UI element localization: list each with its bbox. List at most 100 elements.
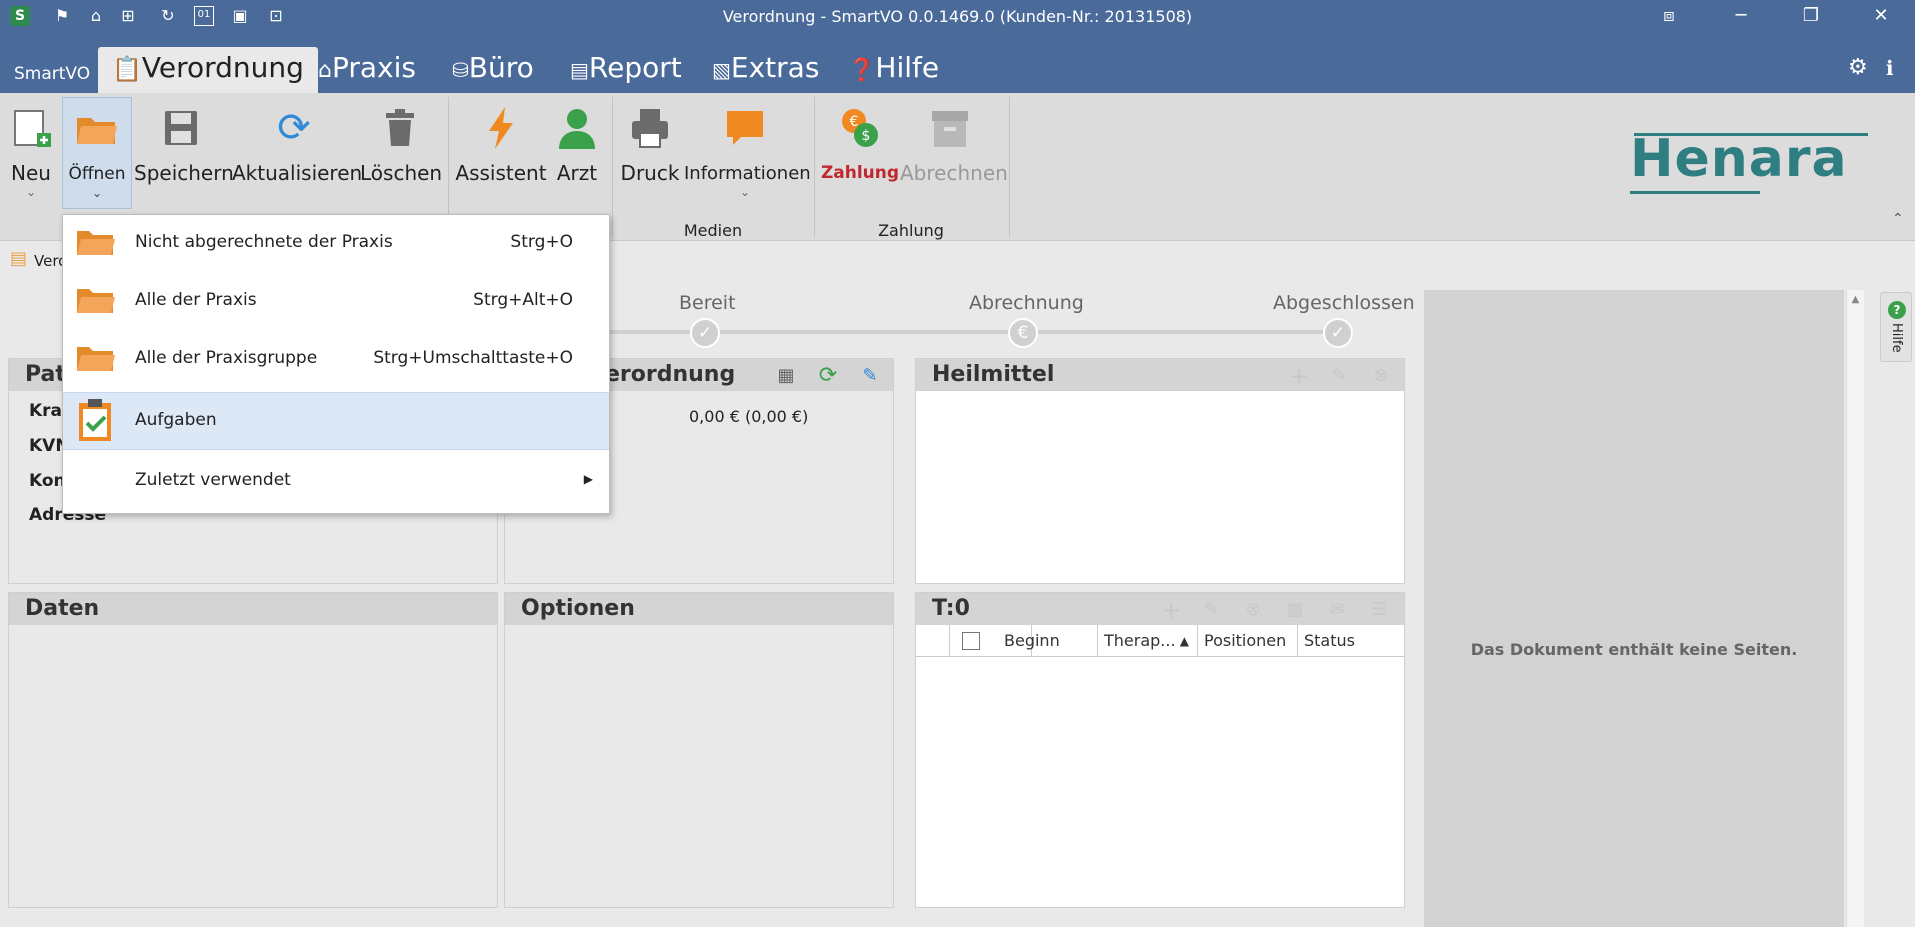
aktualisieren-button[interactable]: ⟳ Aktualisieren [232, 97, 363, 209]
svg-text:$: $ [862, 128, 871, 144]
tab-praxis[interactable]: ⌂Praxis [318, 47, 416, 93]
arzt-label: Arzt [556, 161, 598, 185]
edit-icon[interactable]: ✎ [1328, 365, 1350, 387]
druck-label: Druck [620, 161, 680, 185]
column-header-status[interactable]: Status [1298, 625, 1404, 657]
panel-title: Daten [9, 593, 497, 625]
mail-icon[interactable]: ✉ [1326, 599, 1348, 621]
new-document-icon [9, 105, 53, 151]
panel-title: Optionen [505, 593, 893, 625]
submenu-arrow-icon: ▶ [583, 472, 593, 486]
info-icon[interactable]: ℹ [1886, 47, 1894, 93]
close-circle-icon[interactable]: ⊗ [1242, 599, 1264, 621]
refresh-icon[interactable]: ⟳ [817, 365, 839, 387]
archive-icon [928, 105, 972, 151]
close-circle-icon[interactable]: ⊗ [1370, 365, 1392, 387]
add-icon[interactable]: + [1160, 598, 1182, 622]
check-icon: ✓ [690, 318, 720, 348]
informationen-button[interactable]: Informationen ⌄ [684, 97, 811, 209]
help-tab-label: Hilfe [1889, 323, 1904, 353]
neu-button[interactable]: Neu ⌄ [2, 97, 60, 209]
tab-verordnung[interactable]: 📋Verordnung [98, 47, 318, 93]
oeffnen-dropdown-menu: Nicht abgerechnete der Praxis Strg+O All… [62, 214, 610, 514]
sort-ascending-icon: ▲ [1179, 634, 1189, 648]
group-label-medien: Medien [683, 221, 743, 240]
folder-icon [77, 231, 115, 255]
folder-icon [77, 347, 115, 371]
tab-extras[interactable]: ▧Extras [712, 47, 819, 93]
assistent-button[interactable]: Assistent [454, 97, 548, 209]
tab-hilfe[interactable]: ❓Hilfe [848, 47, 939, 93]
chevron-down-icon: ⌄ [91, 186, 103, 200]
document-scrollbar[interactable]: ▲ [1846, 290, 1864, 927]
help-side-tab[interactable]: ? Hilfe [1880, 292, 1912, 362]
zahlung-label: Zahlung [820, 163, 900, 183]
column-header-positionen[interactable]: Positionen [1198, 625, 1298, 657]
main-tabbar: SmartVO 📋Verordnung ⌂Praxis ⛁Büro ▤Repor… [0, 33, 1915, 93]
minimize-button[interactable]: ─ [1726, 4, 1756, 28]
column-header-therapeut[interactable]: Therap... ▲ [1098, 625, 1198, 657]
document-search-icon: ▧ [712, 58, 731, 82]
chat-icon [723, 105, 767, 151]
menu-item-alle-der-praxis[interactable]: Alle der Praxis Strg+Alt+O [63, 273, 609, 331]
abrechnen-button[interactable]: Abrechnen [900, 97, 1008, 209]
druck-button[interactable]: Druck [618, 97, 682, 209]
oeffnen-label: Öffnen [68, 164, 126, 184]
euro-icon: € [1008, 318, 1038, 348]
coins-icon: ⛁ [452, 58, 469, 82]
checkbox-icon[interactable] [962, 632, 980, 650]
aktualisieren-label: Aktualisieren [232, 161, 363, 185]
close-button[interactable]: ✕ [1866, 4, 1896, 28]
ribbon-separator [612, 97, 613, 237]
zahlung-button[interactable]: € $ Zahlung [820, 97, 900, 209]
clipboard-icon: 📋 [112, 55, 142, 83]
menu-item-nicht-abgerechnete[interactable]: Nicht abgerechnete der Praxis Strg+O [63, 215, 609, 273]
currency-icon: € $ [838, 105, 882, 151]
oeffnen-button[interactable]: Öffnen ⌄ [62, 97, 132, 209]
chevron-down-icon: ⌄ [739, 185, 751, 199]
tasks-icon [79, 399, 111, 441]
menu-item-label: Zuletzt verwendet [135, 470, 291, 490]
check-icon: ✓ [1323, 318, 1353, 348]
neu-label: Neu [11, 161, 51, 185]
heilmittel-panel: Heilmittel + ✎ ⊗ [915, 358, 1405, 584]
grid-header: Beginn Therap... ▲ Positionen Status [916, 625, 1404, 657]
column-header-beginn[interactable]: Beginn [998, 625, 1098, 657]
add-icon[interactable]: + [1288, 364, 1310, 388]
home-icon: ⌂ [318, 58, 332, 83]
loeschen-button[interactable]: Löschen [360, 97, 443, 209]
arzt-button[interactable]: Arzt [550, 97, 604, 209]
tab-buero[interactable]: ⛁Büro [452, 47, 534, 93]
maximize-button[interactable]: ❐ [1796, 4, 1826, 28]
list-icon[interactable]: ☰ [1368, 599, 1390, 621]
edit-icon[interactable]: ✎ [1200, 599, 1222, 621]
speichern-button[interactable]: Speichern [134, 97, 234, 209]
panel-body [505, 625, 893, 907]
edit-icon[interactable]: ✎ [859, 365, 881, 387]
help-icon: ? [1888, 301, 1906, 319]
panel-body [916, 391, 1404, 583]
menu-item-alle-der-praxisgruppe[interactable]: Alle der Praxisgruppe Strg+Umschalttaste… [63, 331, 609, 389]
calendar-icon[interactable]: ▦ [1284, 599, 1306, 621]
window-title: Verordnung - SmartVO 0.0.1469.0 (Kunden-… [722, 7, 1193, 26]
calendar-icon[interactable]: ▦ [775, 365, 797, 387]
menu-item-aufgaben[interactable]: Aufgaben [63, 392, 609, 450]
menu-item-label: Nicht abgerechnete der Praxis [135, 232, 393, 252]
title-bar: S ⚑ ⌂ ⊞ ↻ 01 ▣ ⊡ Verordnung - SmartVO 0.… [0, 0, 1915, 33]
loeschen-label: Löschen [360, 161, 443, 185]
tab-report[interactable]: ▤Report [570, 47, 682, 93]
termine-panel: T:0 + ✎ ⊗ ▦ ✉ ☰ Beginn Therap... ▲ Posit… [915, 592, 1405, 908]
scroll-up-icon[interactable]: ▲ [1847, 294, 1864, 305]
status-track [540, 330, 1340, 334]
gear-icon[interactable]: ⚙ [1848, 47, 1868, 93]
logo-text: Henara [1630, 129, 1848, 189]
collapse-ribbon-icon[interactable]: ⌃ [1892, 211, 1904, 227]
menu-item-shortcut: Strg+Umschalttaste+O [373, 348, 573, 368]
daten-panel: Daten [8, 592, 498, 908]
pin-icon[interactable]: ⧈ [1654, 4, 1684, 28]
chevron-down-icon: ⌄ [25, 185, 37, 199]
help-icon: ❓ [848, 58, 876, 83]
amount-value: 0,00 € (0,00 €) [689, 407, 809, 426]
menu-item-zuletzt-verwendet[interactable]: Zuletzt verwendet ▶ [63, 453, 609, 511]
breadcrumb[interactable]: ▤ Vero [0, 244, 70, 280]
